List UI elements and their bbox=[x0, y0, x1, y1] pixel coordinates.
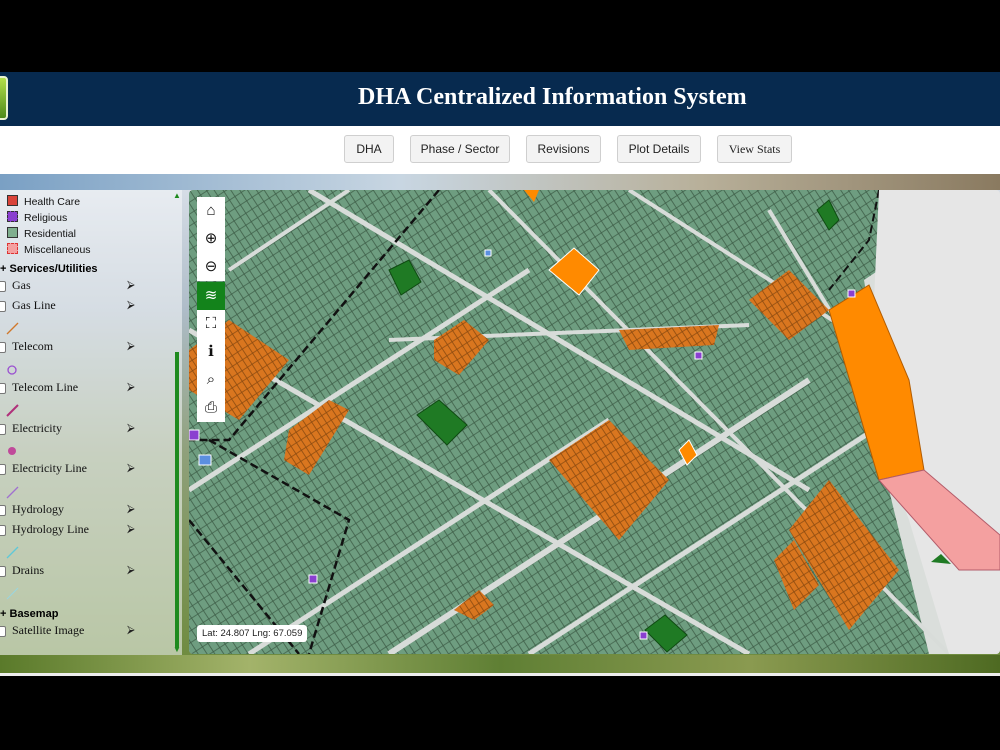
hydrology-line-icon bbox=[6, 486, 19, 499]
search-icon[interactable]: ⌕ bbox=[197, 366, 225, 394]
layer-telecom: Telecom bbox=[12, 339, 54, 353]
religious-marker bbox=[189, 429, 200, 441]
zoom-out-icon[interactable]: ⊖ bbox=[197, 253, 225, 281]
nav-dha-button[interactable]: DHA bbox=[344, 135, 394, 163]
home-icon[interactable]: ⌂ bbox=[197, 197, 225, 225]
layer-gas-line: Gas Line bbox=[12, 298, 56, 312]
forward-icon[interactable]: ⮚ bbox=[127, 340, 135, 353]
electricity-point-icon bbox=[8, 447, 16, 455]
telecom-checkbox[interactable] bbox=[0, 342, 6, 353]
layers-icon[interactable]: ≋ bbox=[197, 282, 225, 310]
forward-icon[interactable]: ⮚ bbox=[127, 523, 135, 536]
layer-satellite-image: Satellite Image bbox=[12, 623, 85, 637]
zoom-in-icon[interactable]: ⊕ bbox=[197, 225, 225, 253]
scroll-down-arrow[interactable]: ▼ bbox=[173, 645, 181, 654]
footer-divider bbox=[0, 673, 1000, 676]
gas-checkbox[interactable] bbox=[0, 281, 6, 292]
forward-icon[interactable]: ⮚ bbox=[127, 279, 135, 292]
nav-revisions-button[interactable]: Revisions bbox=[526, 135, 601, 163]
layer-electricity-line: Electricity Line bbox=[12, 461, 87, 475]
nav-phase-sector-button[interactable]: Phase / Sector bbox=[410, 135, 510, 163]
nav-view-stats-button[interactable]: View Stats bbox=[717, 135, 792, 163]
religious-marker bbox=[694, 351, 703, 360]
telecom-line-icon bbox=[6, 322, 19, 335]
section-services-utilities[interactable]: + Services/Utilities bbox=[0, 263, 98, 275]
health-care-swatch bbox=[7, 195, 18, 206]
forward-icon[interactable]: ⮚ bbox=[127, 299, 135, 312]
legend-residential: Residential bbox=[7, 227, 76, 241]
drains-checkbox[interactable] bbox=[0, 566, 6, 577]
electricity-checkbox[interactable] bbox=[0, 424, 6, 435]
nav-plot-details-button[interactable]: Plot Details bbox=[617, 135, 701, 163]
religious-marker bbox=[639, 631, 648, 640]
map-view[interactable] bbox=[189, 190, 1000, 654]
panel-scrollbar[interactable] bbox=[175, 352, 179, 648]
forward-icon[interactable]: ⮚ bbox=[127, 462, 135, 475]
scroll-up-arrow[interactable]: ▲ bbox=[173, 191, 181, 200]
telecom-point-icon bbox=[7, 365, 17, 375]
print-icon[interactable]: ⎙ bbox=[197, 394, 225, 422]
forward-icon[interactable]: ⮚ bbox=[127, 381, 135, 394]
forward-icon[interactable]: ⮚ bbox=[127, 624, 135, 637]
coordinates-readout: Lat: 24.807 Lng: 67.059 bbox=[197, 625, 308, 642]
dha-logo bbox=[0, 76, 8, 120]
electricity-line-icon bbox=[6, 404, 19, 417]
blue-marker bbox=[484, 249, 492, 257]
residential-swatch bbox=[7, 227, 18, 238]
hydrology-checkbox[interactable] bbox=[0, 505, 6, 516]
info-icon[interactable]: ℹ bbox=[197, 338, 225, 366]
satellite-image-checkbox[interactable] bbox=[0, 626, 6, 637]
gas-line-checkbox[interactable] bbox=[0, 301, 6, 312]
forward-icon[interactable]: ⮚ bbox=[127, 503, 135, 516]
hydrology-line-checkbox[interactable] bbox=[0, 525, 6, 536]
forward-icon[interactable]: ⮚ bbox=[127, 564, 135, 577]
layer-hydrology: Hydrology bbox=[12, 502, 64, 516]
forward-icon[interactable]: ⮚ bbox=[127, 422, 135, 435]
legend-religious: Religious bbox=[7, 211, 67, 225]
electricity-line-checkbox[interactable] bbox=[0, 464, 6, 475]
layer-hydrology-line: Hydrology Line bbox=[12, 522, 89, 536]
legend-health-care: Health Care bbox=[7, 195, 80, 209]
map-canvas[interactable] bbox=[189, 190, 1000, 654]
drains-point-icon bbox=[6, 587, 19, 600]
section-basemap[interactable]: + Basemap bbox=[0, 608, 58, 620]
banner-strip bbox=[0, 174, 1000, 190]
religious-marker bbox=[847, 289, 856, 298]
religious-marker bbox=[308, 574, 318, 584]
area-select-icon[interactable]: ⛶ bbox=[197, 310, 225, 338]
religious-swatch bbox=[7, 211, 18, 222]
layer-electricity: Electricity bbox=[12, 421, 62, 435]
layer-telecom-line: Telecom Line bbox=[12, 380, 79, 394]
layer-drains: Drains bbox=[12, 563, 44, 577]
miscellaneous-swatch bbox=[7, 243, 18, 254]
layer-gas: Gas bbox=[12, 278, 31, 292]
legend-miscellaneous: Miscellaneous bbox=[7, 243, 91, 257]
telecom-line-checkbox[interactable] bbox=[0, 383, 6, 394]
footer-band bbox=[0, 655, 1000, 673]
plus-icon: + bbox=[0, 608, 7, 620]
plus-icon: + bbox=[0, 263, 7, 275]
drains-line-icon bbox=[6, 546, 19, 559]
blue-marker bbox=[198, 454, 212, 466]
app-title: DHA Centralized Information System bbox=[358, 84, 747, 110]
